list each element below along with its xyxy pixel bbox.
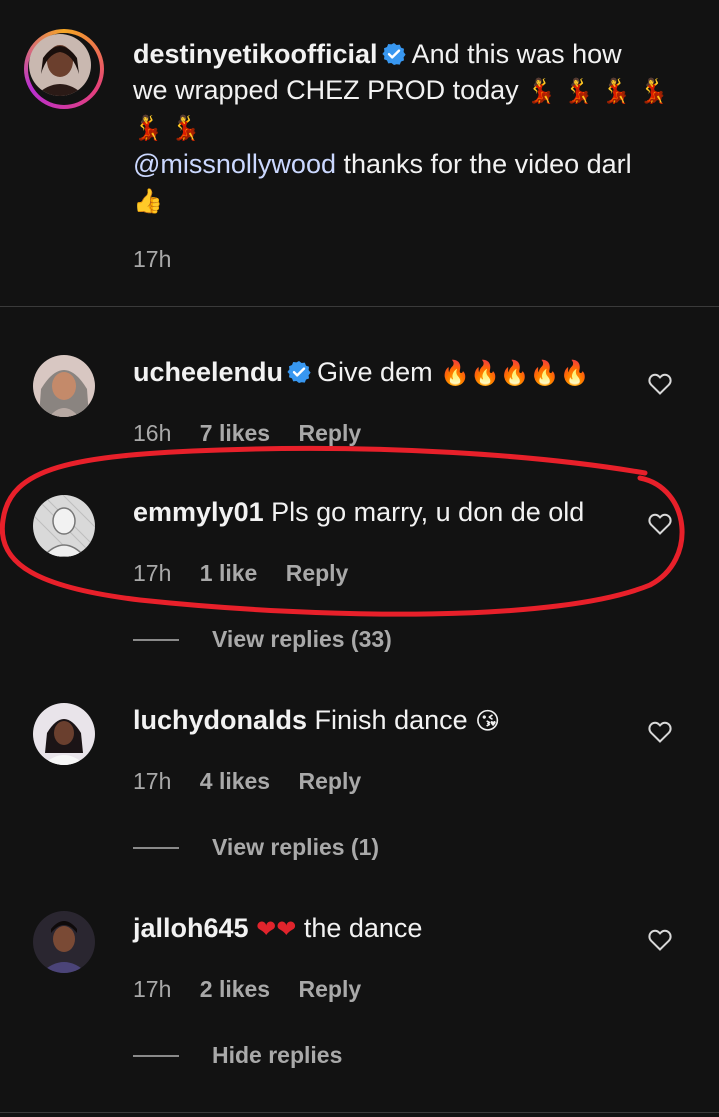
- view-replies-button[interactable]: View replies (33): [212, 626, 392, 653]
- caption-line-2: we wrapped CHEZ PROD today: [133, 75, 519, 105]
- reply-button[interactable]: Reply: [286, 560, 349, 586]
- post-meta: 17h: [133, 246, 193, 273]
- comment-emmyly01: emmyly01 Pls go marry, u don de old: [133, 494, 584, 530]
- comment-likes[interactable]: 1 like: [200, 560, 258, 586]
- heart-emoji-group: ❤❤: [256, 915, 297, 943]
- comment-jalloh645: jalloh645 ❤❤ the dance: [133, 910, 422, 947]
- reply-button[interactable]: Reply: [299, 768, 362, 794]
- comment-text: Finish dance: [314, 705, 468, 735]
- post-username[interactable]: destinyetikoofficial: [133, 39, 378, 69]
- avatar-ucheelendu[interactable]: [33, 355, 95, 417]
- heart-icon[interactable]: [648, 929, 672, 951]
- comment-likes[interactable]: 7 likes: [200, 420, 270, 446]
- divider: [0, 306, 719, 307]
- comment-username[interactable]: jalloh645: [133, 913, 249, 943]
- comment-meta: 17h 4 likes Reply: [133, 768, 383, 795]
- heart-icon[interactable]: [648, 721, 672, 743]
- dancer-emoji-group: 💃 💃 💃 💃: [526, 77, 669, 105]
- reply-button[interactable]: Reply: [299, 420, 362, 446]
- replies-line: [133, 639, 179, 641]
- comment-meta: 17h 2 likes Reply: [133, 976, 383, 1003]
- verified-badge-icon: [287, 361, 311, 383]
- fire-emoji-group: 🔥🔥🔥🔥🔥: [440, 359, 590, 387]
- verified-badge-icon: [381, 43, 406, 65]
- thumbs-up-emoji: 👍: [133, 187, 163, 215]
- comment-time: 17h: [133, 976, 172, 1002]
- comment-likes[interactable]: 2 likes: [200, 976, 270, 1002]
- comment-text: Pls go marry, u don de old: [271, 497, 585, 527]
- post-caption: destinyetikoofficial And this was how we …: [133, 36, 693, 219]
- comment-meta: 16h 7 likes Reply: [133, 420, 383, 447]
- post-author-avatar[interactable]: [29, 34, 91, 96]
- story-ring[interactable]: [24, 29, 104, 109]
- dancer-emoji-group-2: 💃 💃: [133, 114, 201, 142]
- mention-link[interactable]: @missnollywood: [133, 149, 336, 179]
- avatar-luchydonalds[interactable]: [33, 703, 95, 765]
- kiss-emoji: 😘: [475, 707, 501, 735]
- replies-line: [133, 847, 179, 849]
- avatar-jalloh645[interactable]: [33, 911, 95, 973]
- heart-icon[interactable]: [648, 513, 672, 535]
- heart-icon[interactable]: [648, 373, 672, 395]
- view-replies-button[interactable]: View replies (1): [212, 834, 379, 861]
- hide-replies-button[interactable]: Hide replies: [212, 1042, 342, 1069]
- comment-luchydonalds: luchydonalds Finish dance 😘: [133, 702, 500, 739]
- comment-username[interactable]: emmyly01: [133, 497, 264, 527]
- replies-line: [133, 1055, 179, 1057]
- comment-meta: 17h 1 like Reply: [133, 560, 370, 587]
- comment-ucheelendu: ucheelendu Give dem 🔥🔥🔥🔥🔥: [133, 354, 590, 391]
- comment-likes[interactable]: 4 likes: [200, 768, 270, 794]
- caption-line-1: And this was how: [411, 39, 622, 69]
- caption-line-3: thanks for the video darl: [335, 149, 632, 179]
- comment-time: 17h: [133, 560, 172, 586]
- reply-button[interactable]: Reply: [299, 976, 362, 1002]
- comment-time: 17h: [133, 768, 172, 794]
- comment-time: 16h: [133, 420, 172, 446]
- post-time: 17h: [133, 246, 172, 272]
- divider: [0, 1112, 719, 1113]
- comment-username[interactable]: luchydonalds: [133, 705, 307, 735]
- avatar-emmyly01[interactable]: [33, 495, 95, 557]
- comment-username[interactable]: ucheelendu: [133, 357, 283, 387]
- comment-text: the dance: [303, 913, 423, 943]
- comment-text: Give dem: [317, 357, 433, 387]
